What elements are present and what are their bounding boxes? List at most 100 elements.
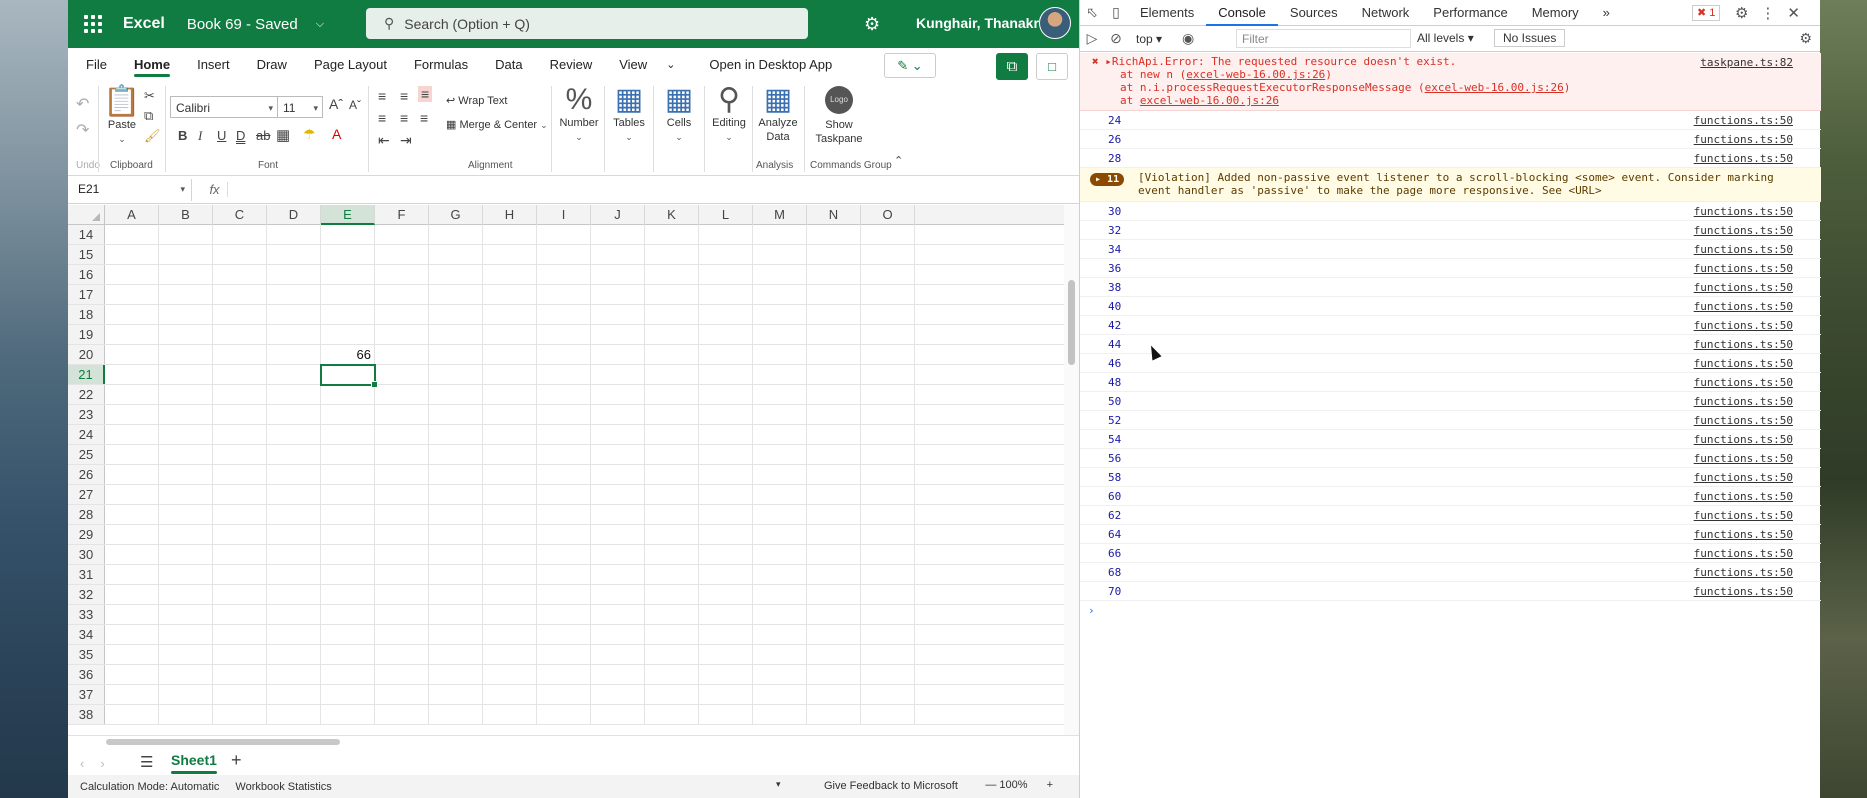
column-header-h[interactable]: H (483, 205, 537, 225)
cell-j31[interactable] (591, 565, 645, 584)
cell-b31[interactable] (159, 565, 213, 584)
workbook-statistics[interactable]: Workbook Statistics (235, 781, 331, 793)
row-header-19[interactable]: 19 (68, 325, 105, 344)
tab-console[interactable]: Console (1206, 0, 1278, 26)
cell-m29[interactable] (753, 525, 807, 544)
log-source-link[interactable]: functions.ts:50 (1694, 544, 1793, 563)
row-header-24[interactable]: 24 (68, 425, 105, 444)
cell-a19[interactable] (105, 325, 159, 344)
cell-o15[interactable] (861, 245, 915, 264)
log-source-link[interactable]: functions.ts:50 (1694, 149, 1793, 168)
cell-o27[interactable] (861, 485, 915, 504)
cell-i29[interactable] (537, 525, 591, 544)
fill-color-icon[interactable]: ☂ (303, 126, 316, 143)
log-line[interactable]: 48 functions.ts:50 (1080, 373, 1821, 392)
cell-k30[interactable] (645, 545, 699, 564)
cell-a35[interactable] (105, 645, 159, 664)
cell-c14[interactable] (213, 225, 267, 244)
comments-button[interactable]: □ (1036, 53, 1068, 80)
tab-formulas[interactable]: Formulas (414, 48, 468, 80)
cell-l14[interactable] (699, 225, 753, 244)
cell-i18[interactable] (537, 305, 591, 324)
cell-k26[interactable] (645, 465, 699, 484)
cell-i36[interactable] (537, 665, 591, 684)
cell-j21[interactable] (591, 365, 645, 384)
log-line[interactable]: 28 functions.ts:50 (1080, 149, 1821, 168)
cell-j18[interactable] (591, 305, 645, 324)
name-box[interactable]: E21 ▾ (72, 178, 192, 201)
tab-data[interactable]: Data (495, 48, 522, 80)
cell-n20[interactable] (807, 345, 861, 364)
column-header-c[interactable]: C (213, 205, 267, 225)
tab-file[interactable]: File (86, 48, 107, 80)
tab-draw[interactable]: Draw (257, 48, 287, 80)
cell-l18[interactable] (699, 305, 753, 324)
font-size-select[interactable]: 11 ▾ (277, 96, 323, 118)
cell-b27[interactable] (159, 485, 213, 504)
cells-button[interactable]: ▦ Cells ⌄ (659, 84, 699, 144)
cell-d21[interactable] (267, 365, 321, 384)
cell-n19[interactable] (807, 325, 861, 344)
cell-n38[interactable] (807, 705, 861, 724)
log-line[interactable]: 50 functions.ts:50 (1080, 392, 1821, 411)
borders-icon[interactable]: ▦ (276, 126, 290, 144)
cell-f22[interactable] (375, 385, 429, 404)
cell-j30[interactable] (591, 545, 645, 564)
cell-o28[interactable] (861, 505, 915, 524)
cell-j17[interactable] (591, 285, 645, 304)
cell-l37[interactable] (699, 685, 753, 704)
cell-c18[interactable] (213, 305, 267, 324)
column-header-k[interactable]: K (645, 205, 699, 225)
cell-n30[interactable] (807, 545, 861, 564)
cell-m36[interactable] (753, 665, 807, 684)
cell-i25[interactable] (537, 445, 591, 464)
align-top-icon[interactable]: ≡ (378, 88, 386, 104)
cell-m32[interactable] (753, 585, 807, 604)
cell-n14[interactable] (807, 225, 861, 244)
cell-j23[interactable] (591, 405, 645, 424)
cell-b20[interactable] (159, 345, 213, 364)
log-source-link[interactable]: functions.ts:50 (1694, 240, 1793, 259)
cell-g17[interactable] (429, 285, 483, 304)
log-source-link[interactable]: functions.ts:50 (1694, 221, 1793, 240)
cell-k17[interactable] (645, 285, 699, 304)
user-name[interactable]: Kunghair, Thanakri... (916, 15, 1054, 31)
cell-j38[interactable] (591, 705, 645, 724)
cell-f37[interactable] (375, 685, 429, 704)
cell-n35[interactable] (807, 645, 861, 664)
cell-e14[interactable] (321, 225, 375, 244)
number-format-button[interactable]: % Number ⌄ (558, 84, 600, 144)
cell-b34[interactable] (159, 625, 213, 644)
cell-j27[interactable] (591, 485, 645, 504)
cell-j32[interactable] (591, 585, 645, 604)
settings-gear-icon[interactable]: ⚙ (864, 14, 880, 35)
log-line[interactable]: 38 functions.ts:50 (1080, 278, 1821, 297)
cell-e33[interactable] (321, 605, 375, 624)
cell-a30[interactable] (105, 545, 159, 564)
cell-k23[interactable] (645, 405, 699, 424)
cell-m25[interactable] (753, 445, 807, 464)
font-name-select[interactable]: Calibri ▾ (170, 96, 278, 118)
cell-i22[interactable] (537, 385, 591, 404)
cell-c17[interactable] (213, 285, 267, 304)
cell-a22[interactable] (105, 385, 159, 404)
cell-a18[interactable] (105, 305, 159, 324)
wrap-text-button[interactable]: ↩ Wrap Text (446, 94, 507, 108)
cell-h17[interactable] (483, 285, 537, 304)
console-settings-icon[interactable]: ⚙ (1799, 30, 1812, 47)
cell-f34[interactable] (375, 625, 429, 644)
log-line[interactable]: 54 functions.ts:50 (1080, 430, 1821, 449)
log-line[interactable]: 46 functions.ts:50 (1080, 354, 1821, 373)
cell-m23[interactable] (753, 405, 807, 424)
cell-e21[interactable] (321, 365, 375, 384)
cell-e23[interactable] (321, 405, 375, 424)
cell-e26[interactable] (321, 465, 375, 484)
strikethrough-icon[interactable]: ab (256, 128, 270, 143)
all-sheets-menu-icon[interactable]: ☰ (140, 753, 153, 771)
cell-k38[interactable] (645, 705, 699, 724)
document-name[interactable]: Book 69 - Saved (187, 16, 298, 33)
row-header-33[interactable]: 33 (68, 605, 105, 624)
cell-o35[interactable] (861, 645, 915, 664)
warning-count-badge[interactable]: ▸ 11 (1090, 173, 1125, 186)
cell-c38[interactable] (213, 705, 267, 724)
